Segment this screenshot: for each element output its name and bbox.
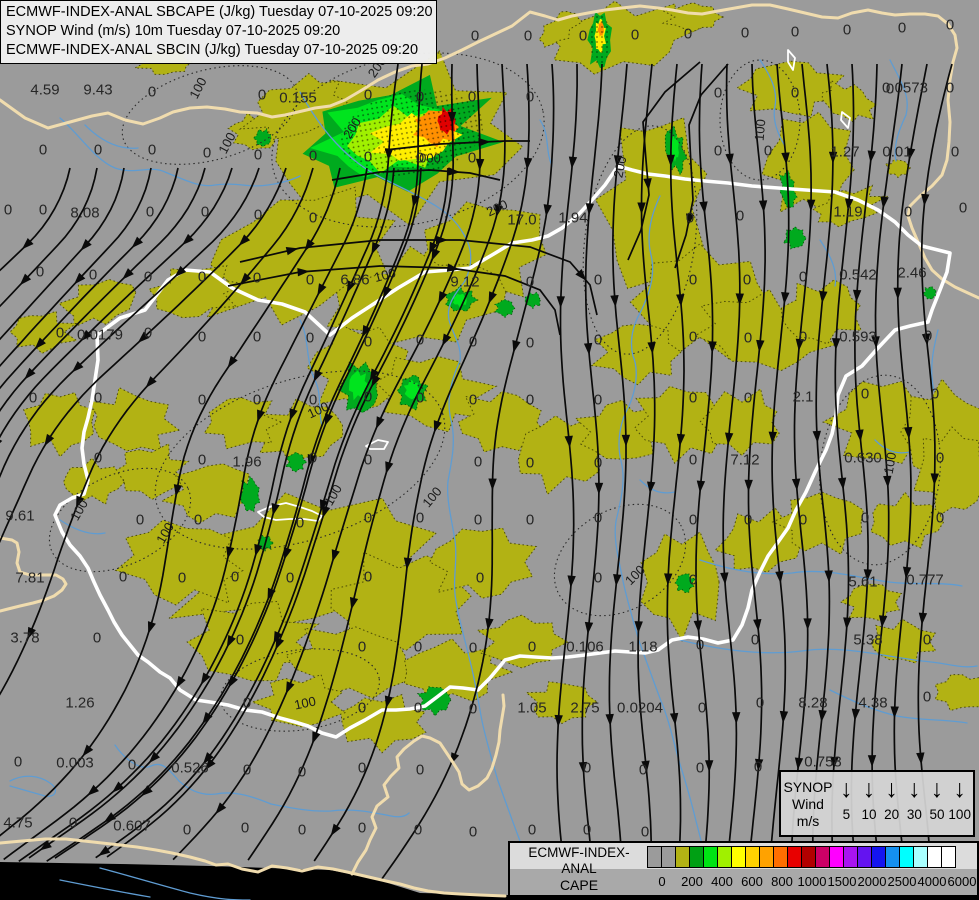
cape-scale-tick: 200 (681, 874, 703, 889)
wind-speed-value: 10 (858, 807, 881, 822)
wind-arrow-icon: ↓ (903, 774, 926, 807)
cape-scale-cell (815, 846, 830, 868)
weather-map-stage: 0000000000000000000000000000000000000000… (0, 0, 979, 900)
wind-legend-source: SYNOP (781, 779, 835, 796)
cape-scale-tick: 400 (711, 874, 733, 889)
cape-scale-cell (689, 846, 704, 868)
wind-legend-param: Wind (781, 796, 835, 813)
weather-map-canvas (0, 0, 979, 900)
cape-scale-cell (787, 846, 802, 868)
wind-speed-item: ↓10 (858, 774, 881, 835)
wind-speed-item: ↓50 (926, 774, 949, 835)
cape-scale-cell (885, 846, 900, 868)
cape-scale-cell (703, 846, 718, 868)
cape-scale-cell (801, 846, 816, 868)
cape-scale-tick: 4000 (918, 874, 947, 889)
map-title-box: ECMWF-INDEX-ANAL SBCAPE (J/kg) Tuesday 0… (0, 0, 437, 64)
cape-scale-ticks: 0 200 400 600 800 100015002000250040006000 (510, 874, 977, 892)
wind-legend-unit: m/s (781, 813, 835, 830)
wind-speed-item: ↓100 (948, 774, 971, 835)
cape-scale-cell (857, 846, 872, 868)
wind-speed-item: ↓20 (880, 774, 903, 835)
cape-scale-cell (731, 846, 746, 868)
wind-speed-item: ↓5 (835, 774, 858, 835)
wind-arrow-icon: ↓ (858, 774, 881, 807)
cape-scale-tick: 600 (741, 874, 763, 889)
wind-arrow-icon: ↓ (880, 774, 903, 807)
title-line-wind: SYNOP Wind (m/s) 10m Tuesday 07-10-2025 … (6, 22, 436, 41)
wind-speed-value: 50 (926, 807, 949, 822)
cape-scale-cell (647, 846, 662, 868)
cape-scale-cell (661, 846, 676, 868)
cape-scale-cell (913, 846, 928, 868)
cape-scale-tick: 0 (658, 874, 665, 889)
wind-speed-scale: ↓5↓10↓20↓30↓50↓100 (835, 772, 973, 835)
cape-scale-cell (759, 846, 774, 868)
wind-speed-value: 5 (835, 807, 858, 822)
cape-scale-cell (829, 846, 844, 868)
wind-speed-value: 20 (880, 807, 903, 822)
wind-arrow-icon: ↓ (948, 774, 971, 807)
cape-scale-cell (773, 846, 788, 868)
cape-scale-cell (745, 846, 760, 868)
cape-legend-unit: J/kg (512, 896, 646, 900)
cape-scale-cell (717, 846, 732, 868)
cape-legend-box: ECMWF-INDEX-ANAL CAPE J/kg 0200400600800… (508, 841, 979, 897)
wind-speed-value: 30 (903, 807, 926, 822)
cape-scale-cell (941, 846, 956, 868)
title-line-sbcape: ECMWF-INDEX-ANAL SBCAPE (J/kg) Tuesday 0… (6, 3, 436, 22)
cape-color-scale (647, 846, 956, 868)
cape-scale-tick: 800 (771, 874, 793, 889)
wind-legend-box: SYNOP Wind m/s ↓5↓10↓20↓30↓50↓100 (779, 770, 975, 837)
cape-scale-tick: 1500 (828, 874, 857, 889)
wind-legend-label: SYNOP Wind m/s (781, 772, 835, 835)
cape-scale-cell (927, 846, 942, 868)
cape-scale-tick: 1000 (798, 874, 827, 889)
wind-arrow-icon: ↓ (835, 774, 858, 807)
wind-speed-value: 100 (948, 807, 971, 822)
cape-scale-tick: 2000 (858, 874, 887, 889)
cape-scale-cell (843, 846, 858, 868)
cape-scale-cell (675, 846, 690, 868)
wind-speed-item: ↓30 (903, 774, 926, 835)
cape-scale-tick: 2500 (888, 874, 917, 889)
wind-arrow-icon: ↓ (926, 774, 949, 807)
title-line-sbcin: ECMWF-INDEX-ANAL SBCIN (J/kg) Tuesday 07… (6, 41, 436, 60)
cape-legend-model: ECMWF-INDEX-ANAL (512, 845, 646, 877)
cape-scale-tick: 6000 (948, 874, 977, 889)
cape-scale-cell (871, 846, 886, 868)
cape-scale-cell (899, 846, 914, 868)
